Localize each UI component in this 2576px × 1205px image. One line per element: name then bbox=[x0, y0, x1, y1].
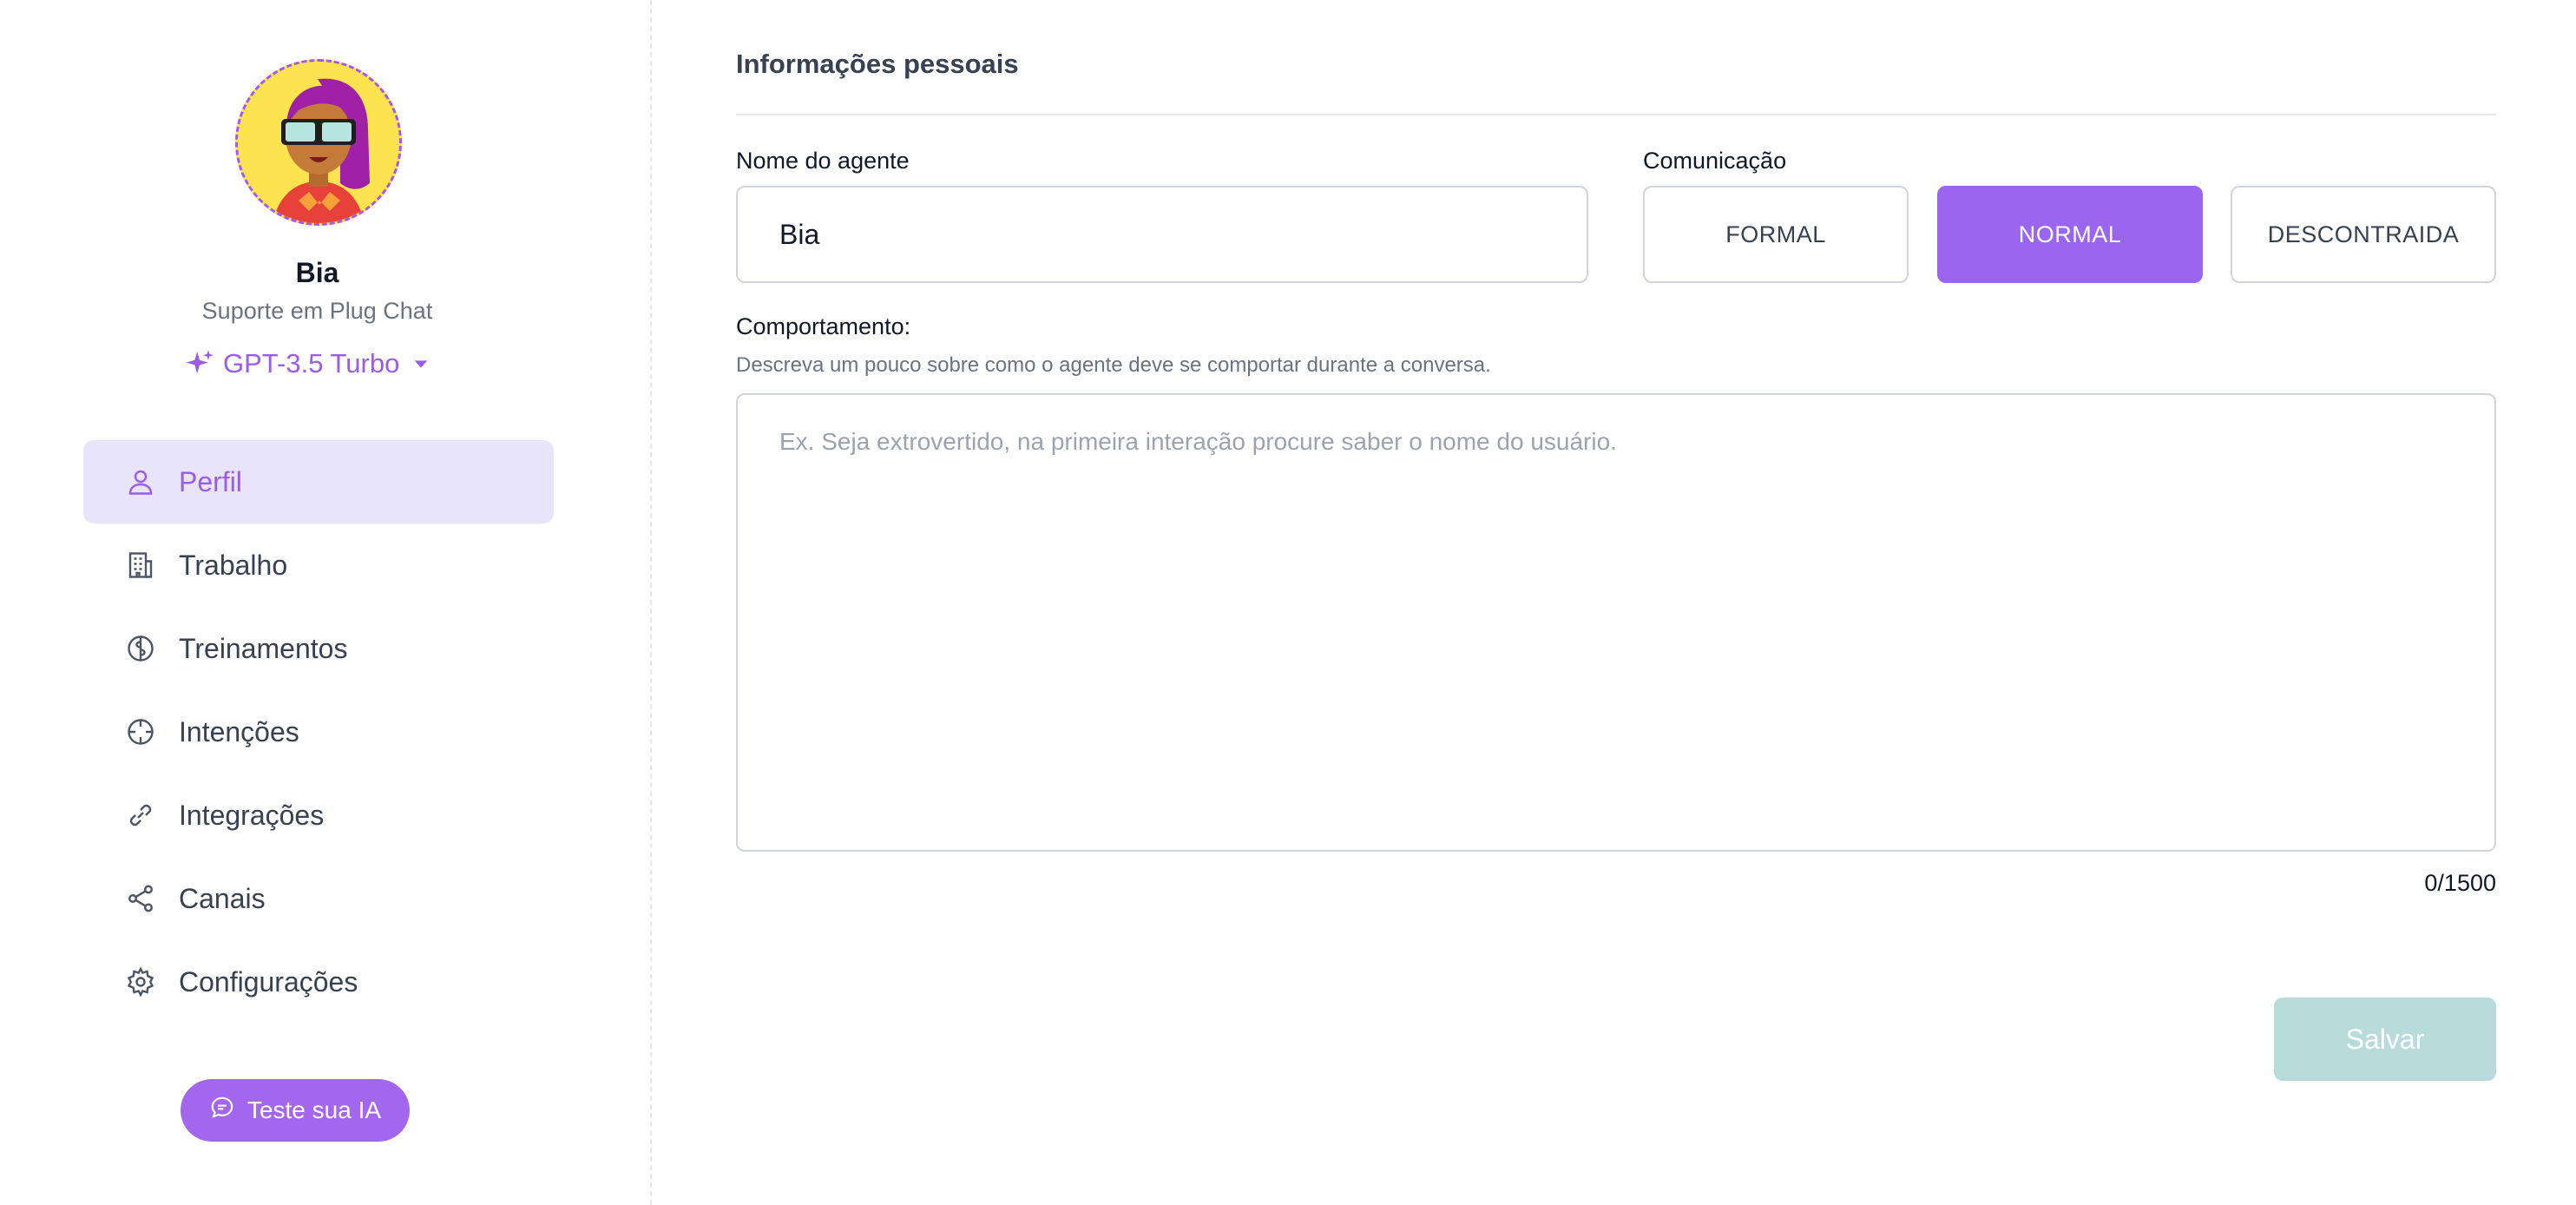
sparkle-icon bbox=[185, 349, 214, 379]
main-content: Informações pessoais Nome do agente Comu… bbox=[736, 0, 2496, 1205]
avatar-illustration bbox=[238, 62, 399, 223]
building-icon bbox=[123, 548, 158, 583]
agent-name-input[interactable] bbox=[736, 186, 1588, 283]
sidebar-item-treinamentos[interactable]: Treinamentos bbox=[83, 607, 554, 690]
agent-name: Bia bbox=[295, 257, 339, 288]
sidebar-nav: Perfil Trabalho Treinamentos Intenções I… bbox=[83, 440, 554, 1024]
agent-subtitle: Suporte em Plug Chat bbox=[201, 298, 433, 324]
behavior-hint: Descreva um pouco sobre como o agente de… bbox=[736, 353, 1491, 377]
sidebar-item-label: Integrações bbox=[179, 799, 325, 831]
test-ai-label: Teste sua IA bbox=[246, 1096, 382, 1123]
sidebar-item-intencoes[interactable]: Intenções bbox=[83, 690, 554, 774]
sidebar-item-label: Canais bbox=[179, 882, 266, 914]
sidebar-item-label: Intenções bbox=[179, 715, 299, 747]
agent-name-label: Nome do agente bbox=[736, 148, 910, 174]
crosshair-icon bbox=[123, 714, 158, 749]
sidebar: Bia Suporte em Plug Chat GPT-3.5 Turbo P… bbox=[0, 0, 652, 1205]
sidebar-item-integracoes[interactable]: Integrações bbox=[83, 774, 554, 857]
save-button[interactable]: Salvar bbox=[2274, 998, 2496, 1081]
user-icon bbox=[123, 464, 158, 499]
model-label: GPT-3.5 Turbo bbox=[223, 348, 400, 379]
sidebar-item-label: Trabalho bbox=[179, 549, 288, 581]
chat-icon bbox=[209, 1095, 235, 1127]
share-icon bbox=[123, 881, 158, 916]
section-title: Informações pessoais bbox=[736, 49, 1019, 79]
communication-descontraida-button[interactable]: DESCONTRAIDA bbox=[2231, 186, 2496, 283]
test-ai-button[interactable]: Teste sua IA bbox=[181, 1079, 410, 1142]
behavior-label: Comportamento: bbox=[736, 313, 911, 339]
behavior-textarea[interactable] bbox=[736, 393, 2496, 852]
communication-normal-button[interactable]: NORMAL bbox=[1937, 186, 2203, 283]
sidebar-item-configuracoes[interactable]: Configurações bbox=[83, 940, 554, 1024]
sidebar-item-trabalho[interactable]: Trabalho bbox=[83, 523, 554, 607]
model-selector[interactable]: GPT-3.5 Turbo bbox=[185, 344, 430, 384]
communication-label: Comunicação bbox=[1643, 148, 1787, 174]
sidebar-item-label: Perfil bbox=[179, 465, 242, 497]
brain-icon bbox=[123, 631, 158, 666]
gear-icon bbox=[123, 965, 158, 999]
character-counter: 0/1500 bbox=[2424, 870, 2496, 896]
sidebar-item-label: Treinamentos bbox=[179, 632, 348, 664]
sidebar-item-canais[interactable]: Canais bbox=[83, 857, 554, 940]
agent-avatar bbox=[235, 59, 402, 226]
sidebar-item-perfil[interactable]: Perfil bbox=[83, 440, 554, 523]
section-divider bbox=[736, 114, 2496, 115]
communication-formal-button[interactable]: FORMAL bbox=[1643, 186, 1909, 283]
link-icon bbox=[123, 798, 158, 833]
caret-down-icon bbox=[411, 354, 430, 373]
sidebar-item-label: Configurações bbox=[179, 965, 358, 998]
